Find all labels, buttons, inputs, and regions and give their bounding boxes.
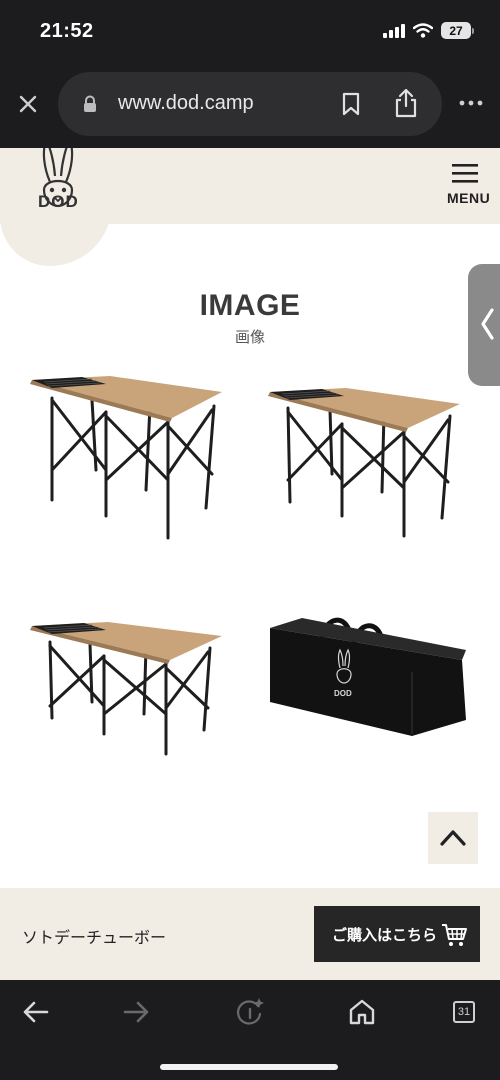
- tabs-button[interactable]: 31: [448, 996, 480, 1028]
- menu-label[interactable]: MENU: [447, 190, 490, 206]
- section-subtitle: 画像: [234, 329, 265, 346]
- bookmark-icon[interactable]: [340, 92, 362, 116]
- svg-text:DOD: DOD: [334, 689, 352, 698]
- back-arrow-icon[interactable]: [20, 996, 52, 1028]
- logo-link[interactable]: DOD: [0, 148, 112, 266]
- forward-arrow-icon[interactable]: [120, 996, 152, 1028]
- status-icons: 27: [383, 22, 474, 39]
- wifi-icon: [413, 23, 433, 38]
- table-photo-3[interactable]: [22, 618, 234, 758]
- cart-icon: [442, 924, 467, 946]
- section-title: IMAGE: [199, 289, 301, 322]
- battery-level: 27: [441, 22, 471, 39]
- url-field[interactable]: www.dod.camp: [58, 72, 442, 136]
- logo-text: DOD: [38, 192, 79, 211]
- browser-address-bar: www.dod.camp: [0, 62, 500, 148]
- home-icon[interactable]: [346, 996, 378, 1028]
- buy-label: ご購入はこちら: [332, 927, 438, 944]
- ai-assistant-icon[interactable]: [234, 996, 266, 1028]
- buy-button[interactable]: ご購入はこちら: [314, 906, 480, 962]
- more-options-icon[interactable]: [458, 96, 484, 110]
- table-photo-1[interactable]: [22, 370, 234, 540]
- status-time: 21:52: [40, 20, 94, 42]
- bottom-toolbar: 31: [0, 980, 500, 1080]
- product-name: ソトデーチューボー: [22, 930, 167, 947]
- hamburger-icon: [452, 164, 478, 183]
- web-page: DOD MENU IMAGE 画像 DOD ソトデーチューボー ご購入はこちら: [0, 148, 500, 980]
- back-to-top-button[interactable]: [428, 812, 478, 864]
- status-bar: 21:52 27: [0, 0, 500, 62]
- chevron-left-icon: [481, 308, 494, 340]
- lock-icon: [84, 95, 96, 112]
- chevron-up-icon: [440, 830, 466, 846]
- purchase-bar: ソトデーチューボー ご購入はこちら: [0, 888, 500, 980]
- share-icon[interactable]: [394, 88, 418, 118]
- home-indicator: [160, 1064, 338, 1070]
- url-text: www.dod.camp: [118, 92, 254, 114]
- signal-icon: [383, 23, 405, 38]
- side-tab-button[interactable]: [468, 264, 500, 386]
- carry-bag-photo[interactable]: DOD: [262, 610, 474, 740]
- close-icon[interactable]: [14, 90, 42, 118]
- tabs-count: 31: [453, 1001, 475, 1023]
- battery-icon: 27: [441, 22, 474, 39]
- table-photo-2[interactable]: [262, 384, 470, 544]
